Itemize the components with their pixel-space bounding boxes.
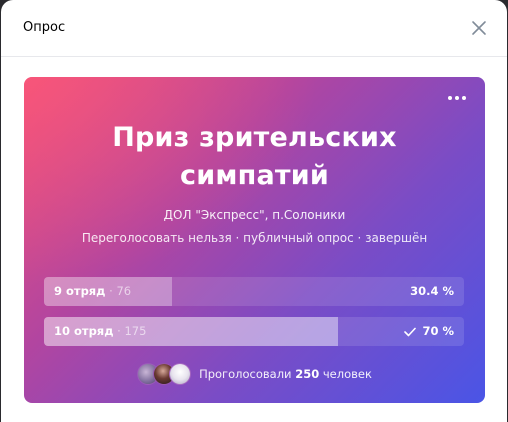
- modal-header: Опрос: [1, 0, 507, 57]
- answer-text: 10 отряд · 175: [54, 324, 146, 339]
- poll-card: Приз зрительских симпатий ДОЛ "Экспресс"…: [24, 77, 485, 403]
- voters-summary: Проголосовали 250 человек: [199, 367, 372, 382]
- answer-separator: ·: [113, 324, 125, 338]
- more-dot: [448, 96, 452, 100]
- poll-answer[interactable]: 9 отряд · 76 30.4 %: [44, 277, 464, 306]
- more-dot: [455, 96, 459, 100]
- poll-title-line: симпатий: [180, 160, 329, 191]
- answer-percent: 30.4 %: [410, 284, 454, 299]
- voters-prefix: Проголосовали: [199, 366, 292, 381]
- modal-title: Опрос: [23, 20, 66, 35]
- poll-title: Приз зрительских симпатий: [64, 119, 445, 195]
- poll-title-line: Приз зрительских: [112, 122, 397, 153]
- close-icon: [472, 21, 486, 35]
- answer-percent: 70 %: [404, 324, 454, 339]
- answer-label: 10 отряд: [54, 324, 114, 338]
- avatar: [169, 363, 192, 385]
- voters-count: 250: [295, 366, 320, 381]
- poll-answer[interactable]: 10 отряд · 175 70 %: [44, 317, 464, 346]
- answer-percent-value: 30.4 %: [410, 284, 454, 298]
- answer-separator: ·: [105, 284, 117, 298]
- answer-text: 9 отряд · 76: [54, 284, 131, 299]
- check-icon: [404, 327, 417, 336]
- voters-suffix: человек: [322, 366, 372, 381]
- answer-vote-count: 175: [124, 324, 147, 338]
- voters-row[interactable]: Проголосовали 250 человек: [24, 361, 485, 387]
- answer-percent-value: 70 %: [422, 324, 454, 338]
- poll-meta: Переголосовать нельзя · публичный опрос …: [81, 231, 428, 245]
- poll-author: ДОЛ "Экспресс", п.Солоники: [163, 208, 346, 222]
- more-dot: [462, 96, 466, 100]
- close-button[interactable]: [467, 16, 491, 40]
- answer-label: 9 отряд: [54, 284, 106, 298]
- poll-modal: Опрос Приз зрительских симпатий ДОЛ "Экс…: [1, 0, 507, 422]
- voter-avatars: [137, 363, 192, 385]
- poll-menu-button[interactable]: [445, 88, 469, 108]
- answer-vote-count: 76: [116, 284, 132, 298]
